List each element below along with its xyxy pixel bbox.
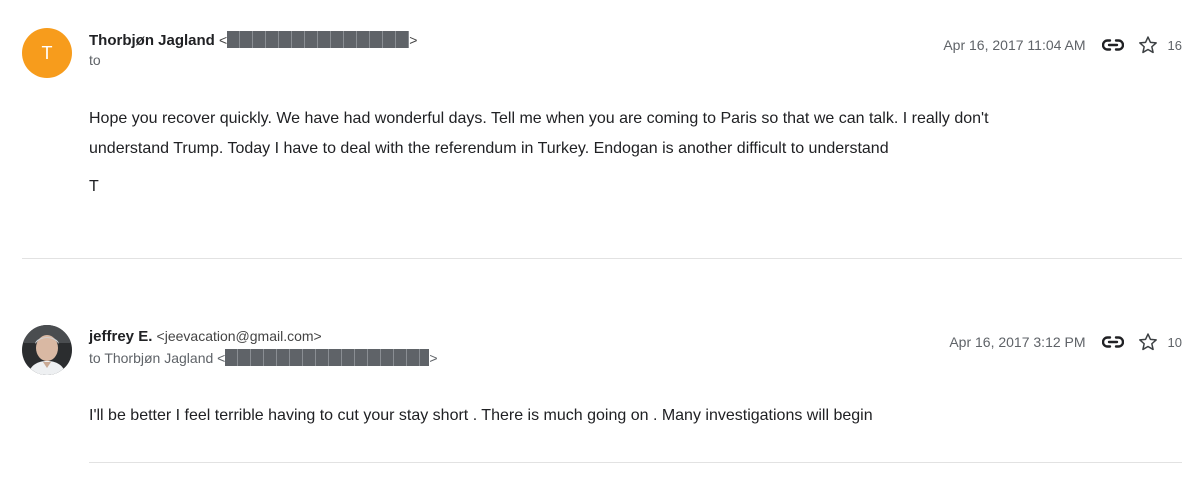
message-body: I'll be better I feel terrible having to… [89,401,1169,431]
sender-email: <jeevacation@gmail.com> [156,328,322,344]
link-icon[interactable] [1101,335,1124,349]
message-meta: Apr 16, 2017 3:12 PM 10 [949,332,1182,352]
addr-close: > [429,350,438,366]
recipient-line[interactable]: to Thorbjøn Jagland < > [89,349,438,366]
message-2: jeffrey E. <jeevacation@gmail.com> to Th… [0,0,1200,493]
star-icon[interactable] [1138,332,1158,352]
redacted-email [225,349,430,366]
sender-avatar[interactable] [22,325,72,375]
sender-name[interactable]: jeffrey E. [89,328,152,345]
thread-count: 10 [1167,334,1182,350]
recipient-label: to Thorbjøn Jagland < [89,350,226,366]
sender-line: jeffrey E. <jeevacation@gmail.com> [89,328,322,345]
body-line: I'll be better I feel terrible having to… [89,407,873,424]
message-divider [89,462,1182,463]
message-date: Apr 16, 2017 3:12 PM [949,334,1086,350]
